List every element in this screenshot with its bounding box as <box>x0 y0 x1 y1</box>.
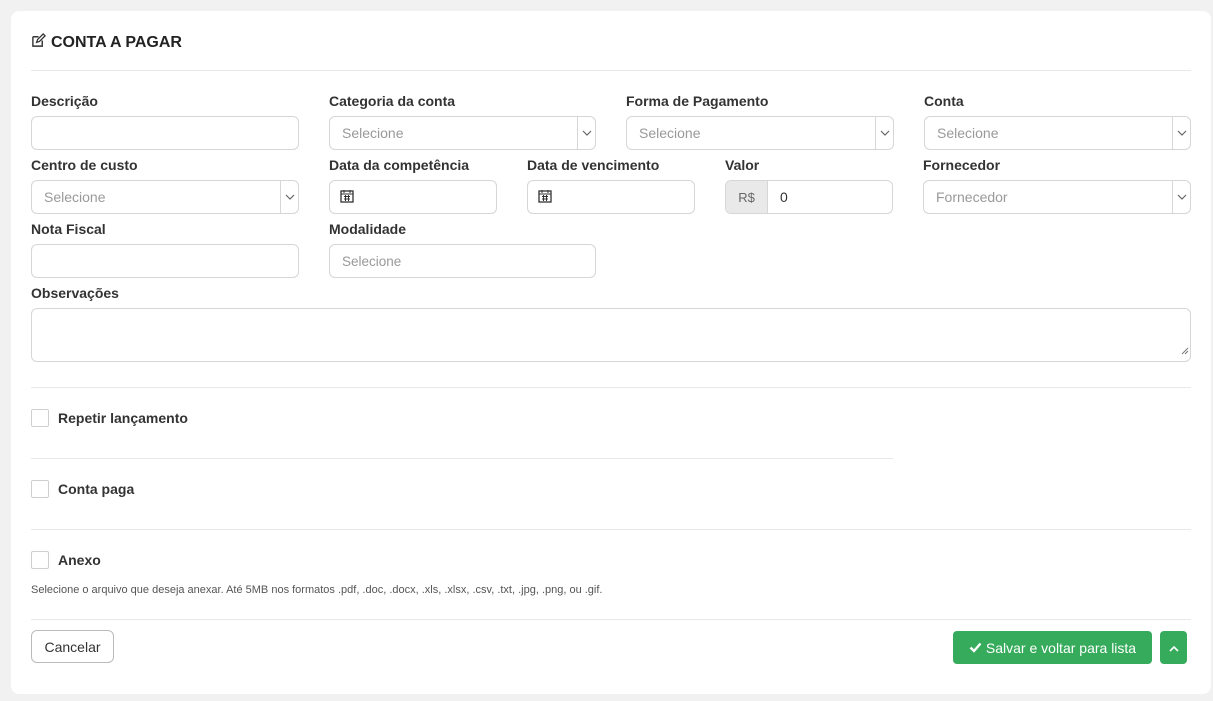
form-title: CONTA A PAGAR <box>31 33 182 53</box>
observacoes-label: Observações <box>31 285 119 301</box>
chevron-down-icon <box>280 181 298 213</box>
chevron-down-icon <box>875 117 893 149</box>
data-competencia-input[interactable] <box>329 180 497 214</box>
resize-handle-icon[interactable] <box>1181 342 1189 360</box>
centro-custo-select[interactable]: Selecione <box>31 180 299 214</box>
title-divider <box>31 70 1191 71</box>
chevron-up-icon <box>1168 639 1179 657</box>
save-button-label: Salvar e voltar para lista <box>985 639 1137 656</box>
conta-paga-label: Conta paga <box>58 481 135 497</box>
anexo-checkbox[interactable]: Anexo <box>31 551 101 569</box>
save-button[interactable]: Salvar e voltar para lista <box>953 631 1152 664</box>
valor-input[interactable]: 0 <box>768 181 892 213</box>
section-divider <box>31 458 893 459</box>
centro-custo-label: Centro de custo <box>31 157 138 173</box>
observacoes-textarea[interactable] <box>31 308 1191 362</box>
conta-select[interactable]: Selecione <box>924 116 1191 150</box>
footer-divider <box>31 619 1191 620</box>
chevron-down-icon <box>577 117 595 149</box>
section-divider <box>31 387 1191 388</box>
anexo-label: Anexo <box>58 552 101 568</box>
centro-custo-placeholder: Selecione <box>44 189 106 205</box>
forma-pagamento-label: Forma de Pagamento <box>626 93 769 109</box>
currency-addon: R$ <box>726 181 768 213</box>
calendar-icon <box>538 189 552 206</box>
nota-fiscal-label: Nota Fiscal <box>31 221 106 237</box>
section-divider <box>31 529 1191 530</box>
repetir-lancamento-label: Repetir lançamento <box>58 410 188 426</box>
categoria-select[interactable]: Selecione <box>329 116 596 150</box>
repetir-lancamento-checkbox[interactable]: Repetir lançamento <box>31 409 188 427</box>
descricao-label: Descrição <box>31 93 98 109</box>
conta-paga-checkbox[interactable]: Conta paga <box>31 480 134 498</box>
calendar-icon <box>340 189 354 206</box>
checkbox-box[interactable] <box>31 480 49 498</box>
form-card: CONTA A PAGAR Descrição Categoria da con… <box>11 11 1211 694</box>
categoria-placeholder: Selecione <box>342 125 404 141</box>
valor-input-group: R$ 0 <box>725 180 893 214</box>
data-vencimento-input[interactable] <box>527 180 695 214</box>
cancel-button[interactable]: Cancelar <box>31 630 114 663</box>
check-icon <box>969 640 982 656</box>
modalidade-placeholder: Selecione <box>342 253 402 269</box>
forma-pagamento-placeholder: Selecione <box>639 125 701 141</box>
categoria-label: Categoria da conta <box>329 93 456 109</box>
fornecedor-placeholder: Fornecedor <box>936 189 1008 205</box>
page-title: CONTA A PAGAR <box>51 34 182 51</box>
edit-icon <box>31 33 46 53</box>
modalidade-label: Modalidade <box>329 221 407 237</box>
data-competencia-label: Data da competência <box>329 157 470 173</box>
descricao-input[interactable] <box>31 116 299 150</box>
conta-label: Conta <box>924 93 964 109</box>
modalidade-input[interactable]: Selecione <box>329 244 596 278</box>
nota-fiscal-input[interactable] <box>31 244 299 278</box>
fornecedor-select[interactable]: Fornecedor <box>923 180 1191 214</box>
valor-label: Valor <box>725 157 760 173</box>
chevron-down-icon <box>1172 181 1190 213</box>
checkbox-box[interactable] <box>31 409 49 427</box>
conta-placeholder: Selecione <box>937 125 999 141</box>
more-options-button[interactable] <box>1160 631 1187 664</box>
forma-pagamento-select[interactable]: Selecione <box>626 116 894 150</box>
anexo-help-text: Selecione o arquivo que deseja anexar. A… <box>31 584 603 596</box>
checkbox-box[interactable] <box>31 551 49 569</box>
fornecedor-label: Fornecedor <box>923 157 1001 173</box>
data-vencimento-label: Data de vencimento <box>527 157 660 173</box>
chevron-down-icon <box>1172 117 1190 149</box>
